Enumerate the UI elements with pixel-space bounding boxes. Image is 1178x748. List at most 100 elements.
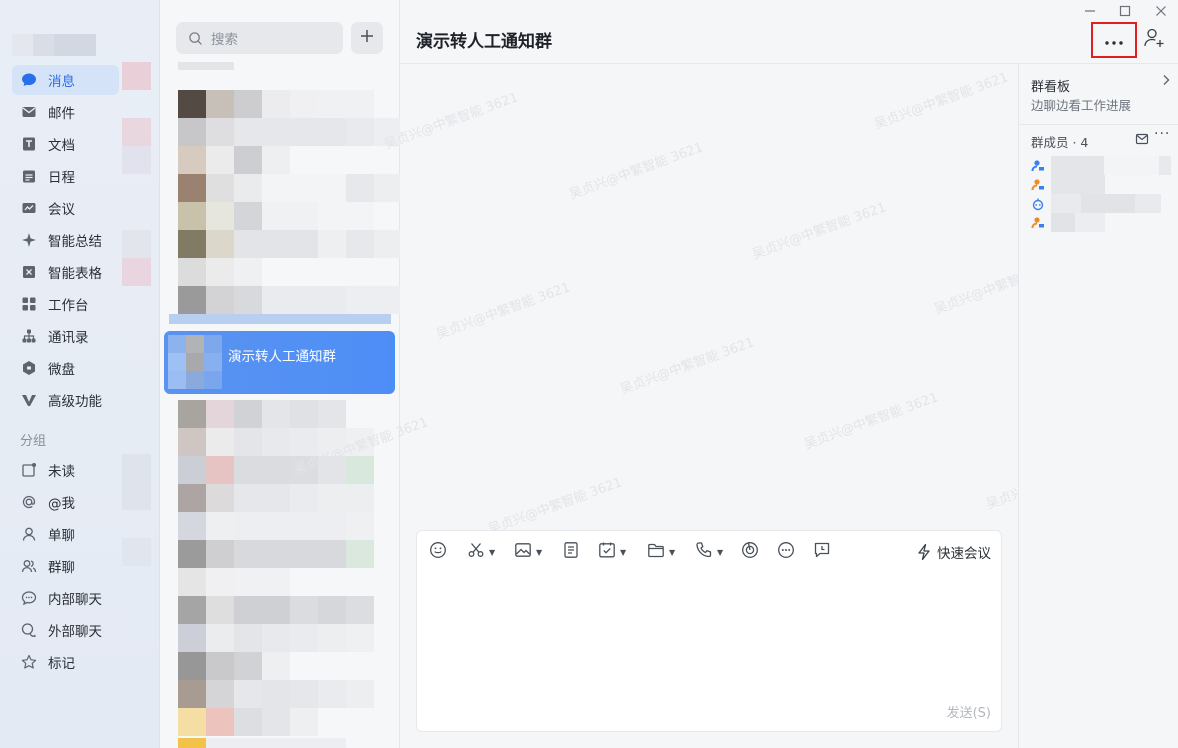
quick-meeting-label: 快速会议 [937,546,991,562]
members-mail-icon[interactable] [1135,132,1149,146]
list-item[interactable] [178,428,374,456]
nav-label: 日程 [48,170,75,186]
more-tools-button[interactable] [777,541,795,563]
dropdown-caret-icon[interactable]: ▼ [620,548,626,557]
dropdown-caret-icon[interactable]: ▼ [717,548,723,557]
group-chat-icon [20,557,38,575]
blurred-badge [122,538,151,566]
add-member-button[interactable] [1142,28,1166,52]
watermark: 吴贞兴@中繁智能 3621 [618,335,757,398]
nav-item-at-me[interactable]: @我 [12,487,119,517]
left-nav: 消息 邮件 文档 日程 会议 智能总结 智能表格 工作台 通讯录 微盘 高级功能… [0,0,160,748]
nav-item-drive[interactable]: 微盘 [12,353,119,383]
nav-item-docs[interactable]: 文档 [12,129,119,159]
call-button[interactable]: ▼ [695,541,723,563]
list-item[interactable] [178,456,374,484]
nav-label: 通讯录 [48,330,89,346]
list-item[interactable] [178,652,290,680]
nav-item-workbench[interactable]: 工作台 [12,289,119,319]
nav-item-single-chat[interactable]: 单聊 [12,519,119,549]
nav-item-smart-table[interactable]: 智能表格 [12,257,119,287]
more-horizontal-icon [1103,30,1125,51]
list-item[interactable] [178,286,402,314]
list-item[interactable] [178,230,402,258]
search-icon [188,31,203,46]
member-item[interactable] [1031,156,1171,175]
watermark: 吴贞兴@中繁智能 3621 [567,140,706,203]
scissors-icon [467,541,485,563]
list-item[interactable] [178,708,318,736]
send-button[interactable]: 发送(S) [947,702,991,721]
list-item[interactable] [178,540,374,568]
nav-item-external-chat[interactable]: 外部聊天 [12,615,119,645]
todo-icon [598,541,616,563]
schedule-message-button[interactable] [813,541,831,563]
list-item[interactable] [178,90,374,118]
list-item[interactable] [178,568,290,596]
add-button[interactable] [351,22,383,54]
nav-label: 标记 [48,656,75,672]
nav-item-meeting[interactable]: 会议 [12,193,119,223]
dropdown-caret-icon[interactable]: ▼ [536,548,542,557]
document-button[interactable] [562,541,580,563]
drive-icon [20,359,38,377]
member-item[interactable] [1031,213,1171,232]
message-composer[interactable]: ▼ ▼ ▼ ▼ ▼ 快速会议 发送(S) [416,530,1002,732]
nav-item-contacts[interactable]: 通讯录 [12,321,119,351]
list-item[interactable] [178,258,262,286]
conversation-item-selected[interactable]: 演示转人工通知群 [164,331,395,394]
nav-item-messages[interactable]: 消息 [12,65,119,95]
emoji-button[interactable] [429,541,447,563]
member-admin-icon [1031,159,1045,173]
live-button[interactable] [741,541,759,563]
list-item[interactable] [178,400,346,428]
list-item[interactable] [178,146,290,174]
list-item[interactable] [178,174,402,202]
user-avatar[interactable] [12,34,96,56]
chevron-right-icon[interactable] [1161,74,1171,90]
nav-item-calendar[interactable]: 日程 [12,161,119,191]
nav-label: 微盘 [48,362,75,378]
list-item[interactable] [178,512,374,540]
dropdown-caret-icon[interactable]: ▼ [669,548,675,557]
maximize-icon[interactable] [1116,2,1134,20]
list-item[interactable] [178,62,234,70]
member-item[interactable] [1031,175,1171,194]
chat-title: 演示转人工通知群 [416,32,552,52]
nav-item-mail[interactable]: 邮件 [12,97,119,127]
watermark: 吴贞兴@中繁智能 3621 [434,280,573,343]
list-item[interactable] [178,596,374,624]
screenshot-button[interactable]: ▼ [467,541,495,563]
folder-button[interactable]: ▼ [647,541,675,563]
chat-more-button[interactable] [1091,22,1137,58]
sparkle-icon [20,231,38,249]
image-button[interactable]: ▼ [514,541,542,563]
list-item[interactable] [178,202,374,230]
nav-item-starred[interactable]: 标记 [12,647,119,677]
nav-item-unread[interactable]: 未读 [12,455,119,485]
folder-icon [647,541,665,563]
internal-chat-icon [20,589,38,607]
group-board[interactable]: 群看板 边聊边看工作进展 [1019,64,1178,124]
minimize-icon[interactable] [1081,2,1099,20]
nav-item-internal-chat[interactable]: 内部聊天 [12,583,119,613]
list-item[interactable] [178,738,346,748]
nav-item-premium[interactable]: 高级功能 [12,385,119,415]
nav-item-group-chat[interactable]: 群聊 [12,551,119,581]
list-item[interactable] [178,624,374,652]
list-item[interactable] [178,118,402,146]
close-icon[interactable] [1152,2,1170,20]
search-input[interactable]: 搜索 [176,22,343,54]
list-item[interactable] [178,484,374,512]
at-icon [20,493,38,511]
quick-meeting-button[interactable]: 快速会议 [916,541,991,563]
nav-item-smart-summary[interactable]: 智能总结 [12,225,119,255]
member-item[interactable] [1031,194,1171,213]
nav-label: 未读 [48,464,75,480]
panel-divider [1019,124,1178,125]
members-more-icon[interactable]: ··· [1154,126,1170,142]
list-item[interactable] [178,680,374,708]
lightning-icon [916,543,932,561]
dropdown-caret-icon[interactable]: ▼ [489,548,495,557]
todo-button[interactable]: ▼ [598,541,626,563]
